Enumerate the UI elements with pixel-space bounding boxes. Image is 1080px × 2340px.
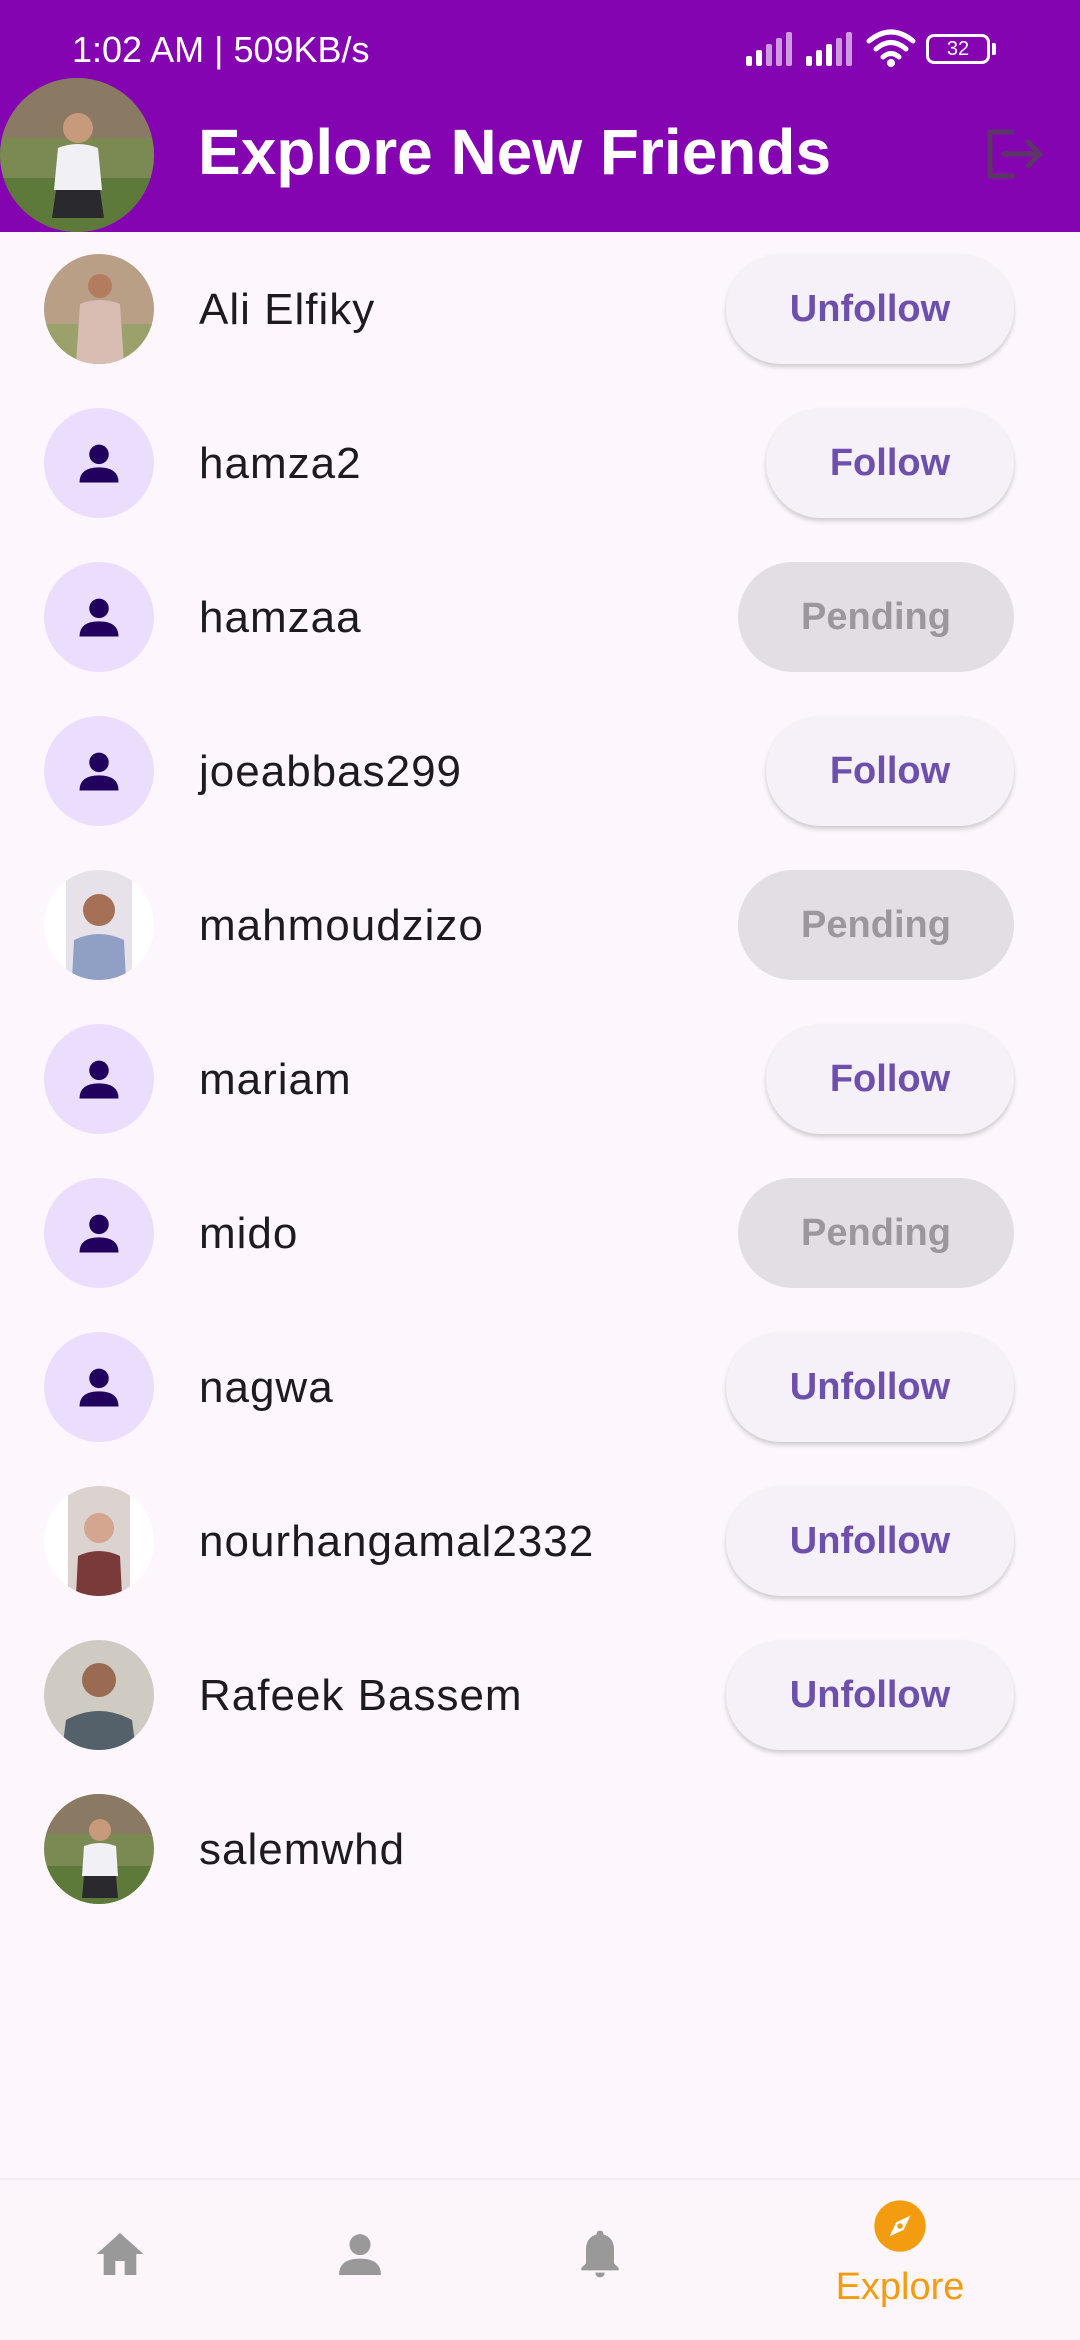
- person-icon: [79, 598, 119, 637]
- list-item: hamzaa Pending: [0, 540, 1080, 694]
- person-icon: [79, 1368, 119, 1407]
- user-avatar[interactable]: [44, 254, 154, 364]
- home-icon: [96, 2233, 144, 2275]
- user-avatar[interactable]: [44, 1332, 154, 1442]
- unfollow-button[interactable]: Unfollow: [726, 254, 1014, 364]
- user-photo: [44, 1794, 154, 1904]
- follow-button[interactable]: Follow: [766, 716, 1014, 826]
- profile-avatar[interactable]: [0, 78, 154, 232]
- follow-button[interactable]: Follow: [766, 1024, 1014, 1134]
- user-avatar[interactable]: [44, 408, 154, 518]
- list-item: Ali Elfiky Unfollow: [0, 232, 1080, 386]
- list-item: hamza2 Follow: [0, 386, 1080, 540]
- user-avatar[interactable]: [44, 716, 154, 826]
- username[interactable]: salemwhd: [199, 1824, 405, 1876]
- user-photo: [44, 254, 154, 364]
- follow-button[interactable]: Follow: [766, 408, 1014, 518]
- unfollow-button[interactable]: Unfollow: [726, 1640, 1014, 1750]
- user-avatar[interactable]: [44, 1024, 154, 1134]
- user-avatar[interactable]: [44, 870, 154, 980]
- profile-photo: [0, 78, 154, 232]
- person-icon: [79, 752, 119, 791]
- username[interactable]: mahmoudzizo: [199, 900, 484, 952]
- status-icons: 32: [744, 28, 1004, 72]
- battery-tip: [992, 43, 996, 55]
- user-avatar[interactable]: [44, 1178, 154, 1288]
- logout-button[interactable]: [982, 122, 1046, 186]
- username[interactable]: nourhangamal2332: [199, 1516, 594, 1568]
- username[interactable]: Ali Elfiky: [199, 284, 375, 336]
- battery-indicator: 32: [926, 34, 990, 64]
- nav-profile[interactable]: [240, 2180, 480, 2340]
- user-avatar[interactable]: [44, 1640, 154, 1750]
- person-icon: [79, 1214, 119, 1253]
- nav-notifications[interactable]: [480, 2180, 720, 2340]
- status-bar: 1:02 AM | 509KB/s 32: [0, 0, 1080, 92]
- user-photo: [44, 1640, 154, 1750]
- username[interactable]: hamza2: [199, 438, 362, 490]
- user-photo: [44, 870, 154, 980]
- page-title: Explore New Friends: [198, 116, 832, 188]
- list-item: nagwa Unfollow: [0, 1310, 1080, 1464]
- bottom-nav: Explore: [0, 2178, 1080, 2340]
- signal-icon: [806, 32, 852, 66]
- person-icon: [339, 2234, 381, 2275]
- list-item: salemwhd: [0, 1772, 1080, 1926]
- nav-explore[interactable]: Explore: [780, 2180, 1020, 2340]
- status-time: 1:02 AM | 509KB/s: [72, 29, 370, 70]
- list-item: mido Pending: [0, 1156, 1080, 1310]
- list-item: nourhangamal2332 Unfollow: [0, 1464, 1080, 1618]
- pending-button[interactable]: Pending: [738, 870, 1014, 980]
- unfollow-button[interactable]: Unfollow: [726, 1332, 1014, 1442]
- username[interactable]: hamzaa: [199, 592, 362, 644]
- user-avatar[interactable]: [44, 562, 154, 672]
- signal-icon: [746, 32, 792, 66]
- list-item: mariam Follow: [0, 1002, 1080, 1156]
- person-icon: [79, 1060, 119, 1099]
- username[interactable]: nagwa: [199, 1362, 334, 1414]
- user-photo: [44, 1486, 154, 1596]
- logout-icon: [987, 129, 1043, 179]
- list-item: joeabbas299 Follow: [0, 694, 1080, 848]
- pending-button[interactable]: Pending: [738, 562, 1014, 672]
- username[interactable]: joeabbas299: [199, 746, 462, 798]
- nav-explore-label: Explore: [835, 2266, 965, 2308]
- list-item: Rafeek Bassem Unfollow: [0, 1618, 1080, 1772]
- pending-button[interactable]: Pending: [738, 1178, 1014, 1288]
- username[interactable]: mido: [199, 1208, 298, 1260]
- unfollow-button[interactable]: Unfollow: [726, 1486, 1014, 1596]
- nav-home[interactable]: [0, 2180, 240, 2340]
- app-header: 1:02 AM | 509KB/s 32 Explore New Friends: [0, 0, 1080, 232]
- list-item: mahmoudzizo Pending: [0, 848, 1080, 1002]
- person-icon: [79, 444, 119, 483]
- username[interactable]: mariam: [199, 1054, 352, 1106]
- bell-icon: [581, 2230, 619, 2278]
- username[interactable]: Rafeek Bassem: [199, 1670, 523, 1722]
- wifi-icon: [866, 29, 916, 67]
- compass-icon: [874, 2200, 926, 2252]
- user-avatar[interactable]: [44, 1794, 154, 1904]
- user-avatar[interactable]: [44, 1486, 154, 1596]
